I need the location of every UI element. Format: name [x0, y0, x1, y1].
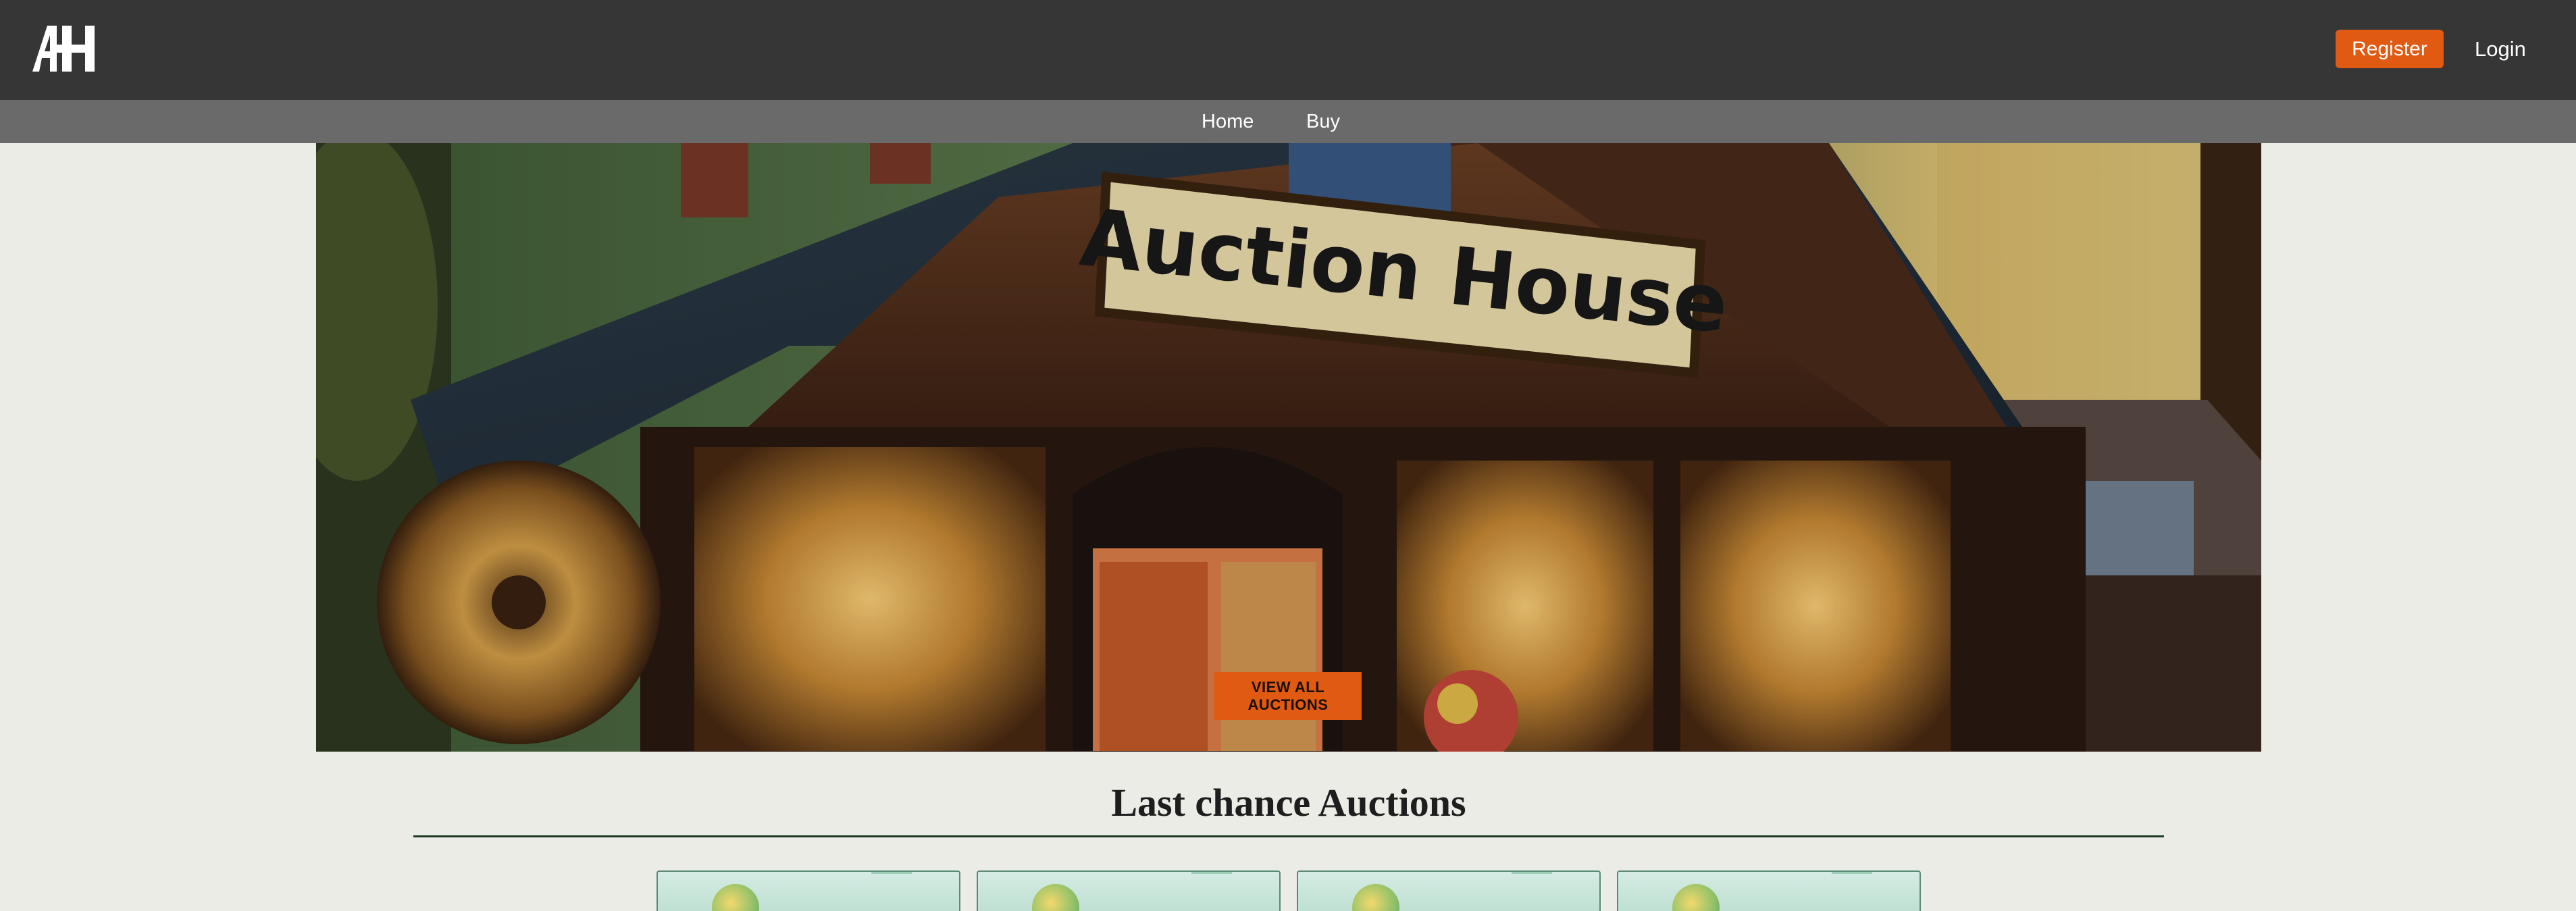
hero-image: Auction House — [316, 143, 2261, 752]
card-decoration — [1832, 872, 1872, 892]
auction-card[interactable] — [1297, 870, 1601, 911]
section-title: Last chance Auctions — [1111, 781, 1466, 825]
auction-item-thumbnail — [1352, 884, 1399, 911]
auction-item-thumbnail — [1672, 884, 1720, 911]
main-nav: Home Buy — [0, 100, 2576, 143]
auction-card[interactable] — [977, 870, 1281, 911]
auction-item-thumbnail — [712, 884, 759, 911]
nav-item-buy[interactable]: Buy — [1306, 100, 1340, 143]
ah-logo-icon[interactable] — [32, 26, 95, 72]
nav-item-home[interactable]: Home — [1202, 100, 1254, 143]
card-decoration — [1512, 872, 1552, 892]
section-divider — [413, 835, 2164, 837]
auction-card[interactable] — [1617, 870, 1921, 911]
card-decoration — [1191, 872, 1232, 892]
card-decoration — [871, 872, 912, 892]
site-header: Register Login — [0, 0, 2576, 100]
hero-banner: Auction House VIEW ALL AUCTIONS — [316, 143, 2261, 752]
view-all-auctions-button[interactable]: VIEW ALL AUCTIONS — [1214, 672, 1362, 720]
login-link[interactable]: Login — [2475, 30, 2529, 68]
register-button[interactable]: Register — [2336, 30, 2444, 68]
auction-card[interactable] — [656, 870, 960, 911]
auction-item-thumbnail — [1032, 884, 1079, 911]
